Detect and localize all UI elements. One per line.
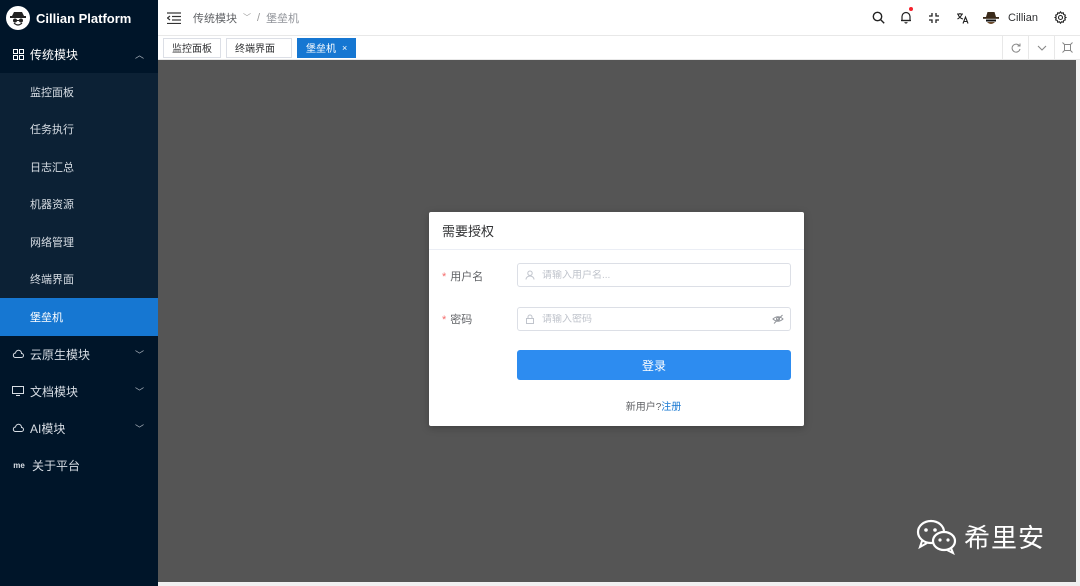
watermark-text: 希里安 — [964, 524, 1046, 554]
menu-group-cloud-native[interactable]: 云原生模块 ﹀ — [0, 336, 158, 373]
grid-icon — [12, 49, 24, 61]
sidebar-item-machines[interactable]: 机器资源 — [0, 186, 158, 224]
username-input[interactable] — [542, 269, 790, 281]
menu-item-label: 关于平台 — [32, 458, 81, 473]
chevron-down-icon: ﹀ — [134, 423, 144, 434]
username-label: * 用户名 — [429, 268, 516, 284]
tab-terminal[interactable]: 终端界面 — [226, 37, 292, 58]
wechat-icon — [916, 519, 957, 555]
required-mark: * — [442, 314, 447, 326]
monitor-icon — [12, 385, 24, 397]
register-prompt: 新用户? — [625, 402, 662, 413]
register-line: 新用户?注册 — [429, 398, 804, 413]
sidebar-item-terminal[interactable]: 终端界面 — [0, 261, 158, 299]
username-row: * 用户名 — [429, 263, 804, 289]
tab-label: 终端界面 — [235, 44, 275, 55]
menu-group-docs[interactable]: 文档模块 ﹀ — [0, 373, 158, 410]
avatar — [983, 11, 1000, 24]
fullscreen-icon[interactable] — [920, 0, 948, 36]
cloud-icon — [12, 348, 24, 360]
bottom-strip — [158, 582, 1080, 586]
sidebar-item-network[interactable]: 网络管理 — [0, 223, 158, 261]
user-menu[interactable]: Cillian — [976, 10, 1046, 26]
menu-group-label: AI模块 — [30, 421, 66, 436]
chevron-up-icon: ︿ — [134, 50, 144, 60]
top-header: 传统模块 ﹀ / 堡垒机 Cillian — [158, 0, 1080, 36]
register-link[interactable]: 注册 — [661, 402, 681, 413]
password-row: * 密码 — [429, 307, 804, 331]
tab-tools — [1002, 35, 1080, 60]
sidebar-item-monitor[interactable]: 监控面板 — [0, 73, 158, 111]
chevron-down-icon[interactable] — [1028, 35, 1054, 60]
logo-icon — [6, 6, 30, 30]
sidebar: Cillian Platform 传统模块 ︿ 监控面板 任务执行 日志汇总 机… — [0, 0, 158, 586]
menu-group-label: 云原生模块 — [30, 347, 91, 362]
lock-icon — [525, 314, 535, 324]
chevron-down-icon: ﹀ — [134, 386, 144, 397]
sidebar-item-logs[interactable]: 日志汇总 — [0, 148, 158, 186]
dialog-title: 需要授权 — [429, 212, 804, 250]
tab-bar: 监控面板 终端界面 堡垒机 × — [158, 35, 1080, 60]
password-label: * 密码 — [429, 311, 516, 327]
chevron-down-icon: ﹀ — [134, 349, 144, 360]
username-label-text: 用户名 — [450, 271, 484, 283]
header-actions: Cillian — [864, 0, 1080, 36]
login-button[interactable]: 登录 — [517, 350, 791, 380]
me-icon: me — [13, 460, 25, 470]
username-field[interactable] — [517, 263, 791, 287]
password-input[interactable] — [542, 313, 772, 325]
password-label-text: 密码 — [450, 314, 473, 326]
required-mark: * — [442, 271, 447, 283]
menu-fold-icon[interactable] — [167, 11, 181, 24]
scrollbar[interactable] — [1076, 60, 1080, 582]
sidebar-item-bastion[interactable]: 堡垒机 — [0, 298, 158, 336]
user-name: Cillian — [1008, 11, 1038, 24]
menu-group-label: 传统模块 — [30, 48, 79, 62]
menu-group-traditional[interactable]: 传统模块 ︿ — [0, 36, 158, 73]
maximize-icon[interactable] — [1054, 35, 1080, 60]
breadcrumb: 传统模块 ﹀ / 堡垒机 — [193, 10, 299, 26]
tab-label: 监控面板 — [172, 44, 212, 55]
bell-icon[interactable] — [892, 0, 920, 36]
tab-monitor[interactable]: 监控面板 — [163, 37, 221, 58]
menu-group-label: 文档模块 — [30, 384, 79, 399]
breadcrumb-current: 堡垒机 — [266, 12, 300, 25]
user-icon — [525, 270, 535, 280]
sidebar-item-tasks[interactable]: 任务执行 — [0, 111, 158, 149]
watermark: 希里安 — [916, 518, 1045, 555]
translate-icon[interactable] — [948, 0, 976, 36]
submenu-traditional: 监控面板 任务执行 日志汇总 机器资源 网络管理 终端界面 堡垒机 — [0, 73, 158, 336]
tab-label: 堡垒机 — [306, 44, 336, 55]
settings-icon[interactable] — [1046, 0, 1074, 36]
search-icon[interactable] — [864, 0, 892, 36]
tab-bastion[interactable]: 堡垒机 × — [297, 37, 357, 58]
eye-off-icon[interactable] — [772, 313, 784, 325]
notification-dot — [909, 6, 914, 11]
breadcrumb-item[interactable]: 传统模块 — [193, 10, 237, 26]
app-title: Cillian Platform — [36, 10, 132, 26]
chevron-down-icon: ﹀ — [243, 13, 251, 22]
cloud-icon — [12, 422, 24, 434]
breadcrumb-separator: / — [257, 11, 261, 24]
refresh-icon[interactable] — [1002, 35, 1028, 60]
auth-dialog: 需要授权 *用户名 *密码 — [429, 212, 804, 426]
password-field[interactable] — [517, 307, 791, 331]
brand[interactable]: Cillian Platform — [0, 0, 158, 36]
menu-group-ai[interactable]: AI模块 ﹀ — [0, 410, 158, 447]
menu-item-about[interactable]: me 关于平台 — [0, 447, 158, 484]
close-icon[interactable]: × — [342, 43, 347, 53]
